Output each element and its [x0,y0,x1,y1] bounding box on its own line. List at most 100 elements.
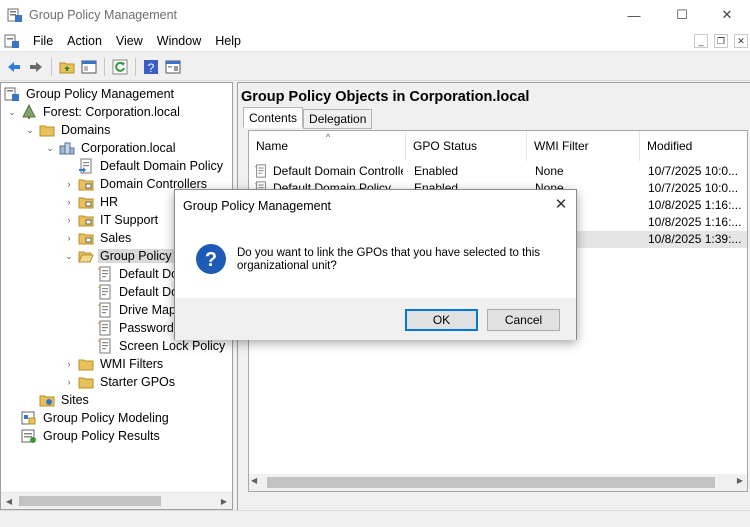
ou-folder-icon [78,215,94,227]
tree-horizontal-scrollbar[interactable]: ◀ ▶ [1,492,232,509]
ok-button[interactable]: OK [405,309,478,331]
collapse-chevron-icon[interactable]: ⌄ [24,121,36,139]
show-hide-tree-button[interactable] [78,56,100,78]
domain-icon [59,142,75,155]
dialog-title: Group Policy Management [183,199,331,213]
scroll-right-arrow-icon[interactable]: ▶ [737,476,743,485]
refresh-button[interactable] [109,56,131,78]
toolbar-separator [51,57,52,76]
close-button[interactable]: ✕ [704,0,750,30]
column-header-modified[interactable]: Modified [640,131,747,161]
cell-modified: 10/8/2025 1:39:... [648,232,742,246]
tree-item-label: Group Policy Modeling [43,411,169,425]
expand-chevron-icon[interactable]: › [63,193,75,211]
expand-chevron-icon[interactable]: › [63,175,75,193]
expand-chevron-icon[interactable]: › [63,355,75,373]
menu-file[interactable]: File [26,34,60,48]
toolbar: ? [0,53,750,81]
list-horizontal-scrollbar[interactable]: ◀ ▶ [249,474,747,491]
gpo-icon [98,320,111,336]
menu-action[interactable]: Action [60,34,109,48]
svg-text:?: ? [205,249,217,271]
mdi-restore-button[interactable]: ❐ [714,34,728,48]
tree-item[interactable]: › HR [63,193,120,211]
tree-item[interactable]: › WMI Filters [63,355,165,373]
ou-folder-icon [78,233,94,245]
folder-up-icon [59,62,75,73]
results-icon [21,429,36,443]
tree-item[interactable]: Group Policy Modeling [6,409,171,427]
gpo-icon [98,338,111,354]
gpo-icon [98,302,111,318]
mdi-close-button[interactable]: ✕ [734,34,748,48]
tree-item-label: IT Support [100,213,159,227]
scroll-right-arrow-icon[interactable]: ▶ [216,493,232,509]
tree-item[interactable]: ⌄ Corporation.local [44,139,178,157]
tree-item-label: Default Domain Policy [100,159,223,173]
back-button[interactable] [3,56,25,78]
expand-chevron-icon[interactable]: › [63,211,75,229]
folder-icon [39,125,55,137]
expand-chevron-icon[interactable]: › [63,229,75,247]
tree-item-label: Sales [100,231,132,245]
tree-item-label: Screen Lock Policy [119,339,226,353]
tree-item[interactable]: ⌄ Forest: Corporation.local [6,103,182,121]
forest-icon [22,104,36,119]
tree-item[interactable]: › Starter GPOs [63,373,177,391]
tree-item[interactable]: Default Domain Policy [63,157,225,175]
scroll-left-arrow-icon[interactable]: ◀ [1,493,17,509]
tab-contents[interactable]: Contents [243,107,304,128]
cell-modified: 10/7/2025 10:0... [648,181,739,195]
folder-icon [78,377,94,389]
properties-button[interactable] [162,56,184,78]
maximize-button[interactable]: ☐ [659,0,705,30]
tree-item-label: Forest: Corporation.local [43,105,180,119]
cancel-button[interactable]: Cancel [487,309,560,331]
cell-status: Enabled [414,164,459,178]
link-gpo-dialog: Group Policy Management ✕ ? Do you want … [174,189,577,340]
menu-help[interactable]: Help [208,34,248,48]
status-bar [0,510,750,527]
column-header-name[interactable]: Name [249,131,406,161]
tree-item[interactable]: Sites [24,391,91,409]
menu-window[interactable]: Window [150,34,208,48]
collapse-chevron-icon[interactable]: ⌄ [63,247,75,265]
help-button[interactable]: ? [140,56,162,78]
tree-item-label: HR [100,195,119,209]
collapse-chevron-icon[interactable]: ⌄ [6,103,18,121]
tab-delegation[interactable]: Delegation [303,109,373,129]
tree-item[interactable]: Group Policy Results [6,427,162,445]
gpm-app-icon [7,8,22,22]
cell-modified: 10/8/2025 1:16:... [648,198,742,212]
table-row[interactable]: Default Domain Controller... Enabled None 1… [249,163,747,180]
column-header-wmi-filter[interactable]: WMI Filter [527,131,640,161]
menu-view[interactable]: View [109,34,150,48]
column-header-gpo-status[interactable]: GPO Status [406,131,527,161]
content-title: Group Policy Objects in Corporation.loca… [241,89,530,105]
tree-item[interactable]: › IT Support [63,211,160,229]
cell-wmi: None [535,164,564,178]
mdi-minimize-button[interactable]: _ [694,34,708,48]
collapse-chevron-icon[interactable]: ⌄ [44,139,56,157]
tree-item[interactable]: Group Policy Management [4,85,176,103]
tree-item[interactable]: ⌄ Domains [24,121,112,139]
scroll-left-arrow-icon[interactable]: ◀ [251,476,257,485]
sites-icon [39,395,55,407]
scrollbar-thumb[interactable] [267,477,715,488]
forward-button[interactable] [25,56,47,78]
up-one-level-button[interactable] [56,56,78,78]
gpo-icon [98,284,111,300]
folder-open-icon [78,251,94,263]
minimize-button[interactable]: — [611,0,657,30]
scrollbar-thumb[interactable] [19,496,161,506]
tree-item[interactable]: › Sales [63,229,133,247]
dialog-close-icon[interactable]: ✕ [546,190,576,218]
expand-chevron-icon[interactable]: › [63,373,75,391]
system-menu-icon[interactable] [4,33,20,49]
